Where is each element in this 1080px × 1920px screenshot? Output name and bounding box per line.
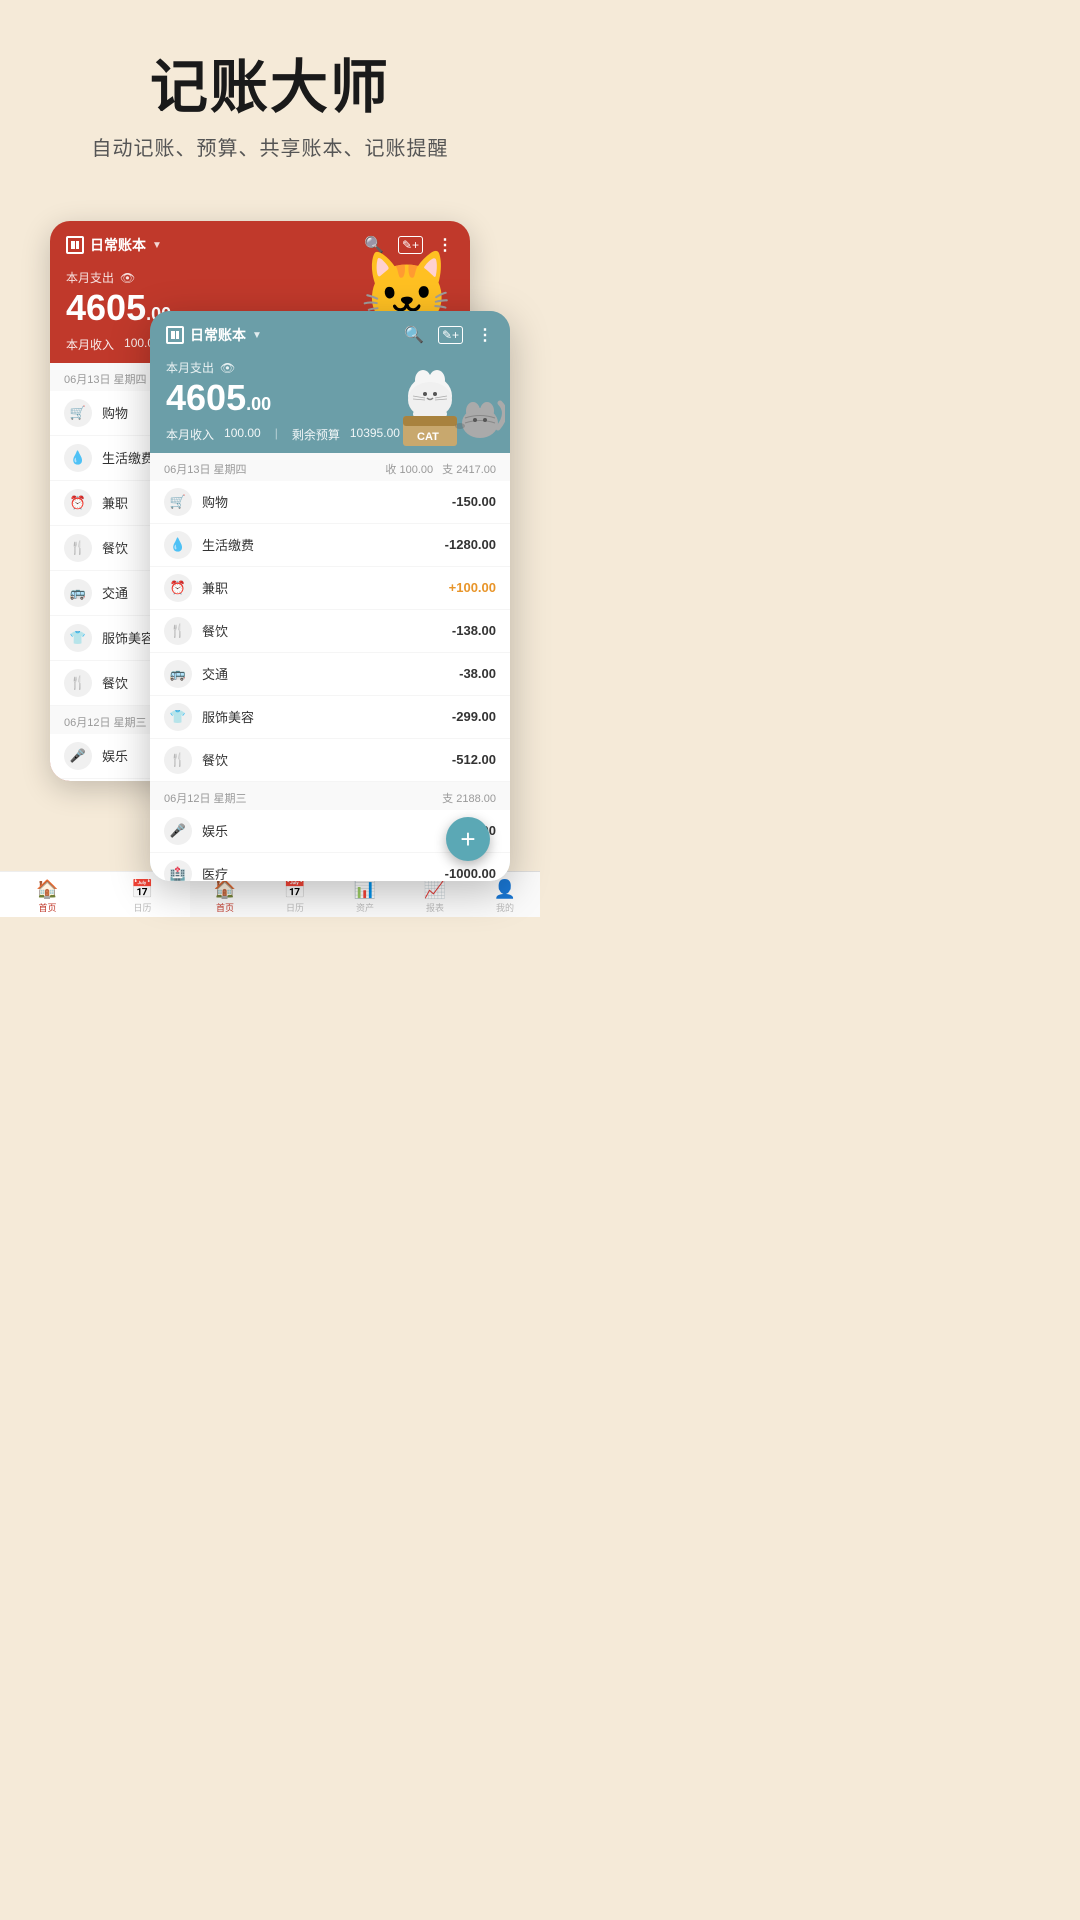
category-icon: 🍴 [64,669,92,697]
fg-book-icon [166,326,184,344]
eye-icon[interactable]: 👁 [220,361,235,375]
fg-date-group-1: 06月13日 星期四 收 100.00 支 2417.00 [150,453,510,481]
table-row[interactable]: 🍴 餐饮 -138.00 [150,610,510,653]
category-icon: 🚌 [164,660,192,688]
category-icon: 🛒 [164,488,192,516]
search-icon[interactable]: 🔍 [404,325,424,345]
table-row[interactable]: 👕 服饰美容 -299.00 [150,696,510,739]
category-icon: ⏰ [64,489,92,517]
category-icon: 🎤 [64,742,92,770]
add-record-icon[interactable]: ✎+ [438,326,463,344]
box-cat-decoration: CAT [385,358,505,453]
category-icon: ⏰ [164,574,192,602]
fg-card: 日常账本 ▼ 🔍 ✎+ ⋮ 本月支出 👁 [150,311,510,881]
category-icon: 👕 [64,624,92,652]
category-icon: 🎤 [164,817,192,845]
screenshots-container: 日常账本 ▼ 🔍 ✎+ ⋮ 本月支出 👁 [0,191,540,871]
category-icon: 👕 [164,703,192,731]
app-title: 记账大师 [20,40,520,124]
profile-icon: 👤 [494,879,516,900]
app-header: 记账大师 自动记账、预算、共享账本、记账提醒 [0,0,540,181]
calendar-icon: 📅 [284,879,306,900]
category-icon: 🍴 [64,534,92,562]
add-transaction-button[interactable]: + [446,817,490,861]
category-icon: 💧 [64,444,92,472]
more-icon[interactable]: ⋮ [477,325,494,345]
category-icon: 🍴 [164,617,192,645]
home-icon: 🏠 [36,879,58,900]
table-row[interactable]: 🛒 购物 -150.00 [150,481,510,524]
table-row[interactable]: 🚌 交通 -38.00 [150,653,510,696]
category-icon: 🏥 [164,860,192,881]
category-icon: 🛒 [64,399,92,427]
table-row[interactable]: 💧 生活缴费 -1280.00 [150,524,510,567]
svg-text:CAT: CAT [417,431,439,443]
assets-icon: 📊 [354,879,376,900]
home-icon: 🏠 [214,879,236,900]
nav-item-home-bg[interactable]: 🏠 首页 [0,872,95,917]
category-icon: 🚌 [64,579,92,607]
chevron-down-icon: ▼ [152,240,162,251]
app-subtitle: 自动记账、预算、共享账本、记账提醒 [20,132,520,161]
fg-card-list: 06月13日 星期四 收 100.00 支 2417.00 🛒 购物 -150.… [150,453,510,881]
fg-book-name[interactable]: 日常账本 ▼ [166,325,262,345]
bg-book-icon [66,236,84,254]
calendar-icon: 📅 [131,879,153,900]
reports-icon: 📈 [424,879,446,900]
fg-date-group-2: 06月12日 星期三 支 2188.00 [150,782,510,810]
fg-card-actions: 🔍 ✎+ ⋮ [404,325,494,345]
chevron-down-icon: ▼ [252,330,262,341]
fg-card-header: 日常账本 ▼ 🔍 ✎+ ⋮ [150,311,510,353]
bg-book-name[interactable]: 日常账本 ▼ [66,235,162,255]
table-row[interactable]: 🍴 餐饮 -512.00 [150,739,510,782]
fg-card-balance: 本月支出 👁 4605.00 本月收入 100.00 | 剩余预算 10395.… [150,353,510,453]
table-row[interactable]: ⏰ 兼职 +100.00 [150,567,510,610]
eye-icon[interactable]: 👁 [120,271,135,285]
category-icon: 🍴 [164,746,192,774]
category-icon: 💧 [164,531,192,559]
